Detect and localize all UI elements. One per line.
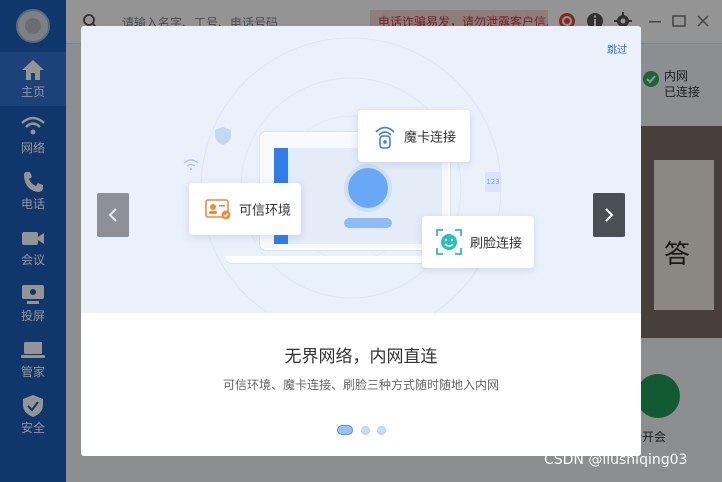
previous-slide-button[interactable]	[97, 193, 129, 237]
pager-dot-3[interactable]	[377, 426, 386, 435]
chevron-left-icon	[108, 208, 117, 222]
card-label: 刷脸连接	[470, 236, 523, 252]
pager-dot-1[interactable]	[337, 425, 353, 435]
skip-button[interactable]: 跳过	[607, 41, 627, 56]
card-label: 可信环境	[239, 203, 292, 219]
chevron-right-icon	[605, 208, 614, 222]
card-label: 魔卡连接	[404, 130, 457, 146]
onboarding-modal: 123 可信环境 魔卡连接 刷脸连接 跳过 无界网络，内网直连 可信环境、魔卡连…	[81, 26, 641, 456]
face-scan-icon	[436, 229, 462, 255]
wifi-deco-icon	[183, 159, 199, 170]
trusted-environment-card: 可信环境	[189, 183, 301, 235]
slide-description: 可信环境、魔卡连接、刷脸三种方式随时随地入内网	[222, 378, 499, 392]
slide-title: 无界网络，内网直连	[284, 347, 438, 367]
next-slide-button[interactable]	[593, 193, 625, 237]
number-badge: 123	[485, 172, 501, 192]
magic-card-connect-card: 魔卡连接	[358, 110, 470, 162]
id-card-icon	[205, 199, 231, 220]
watermark: CSDN @liushiqing03	[544, 452, 688, 468]
lock-signal-icon	[375, 126, 395, 149]
face-connect-card: 刷脸连接	[422, 216, 534, 268]
hero-illustration: 123 可信环境 魔卡连接 刷脸连接 跳过	[81, 26, 641, 313]
pager-dot-2[interactable]	[361, 426, 370, 435]
